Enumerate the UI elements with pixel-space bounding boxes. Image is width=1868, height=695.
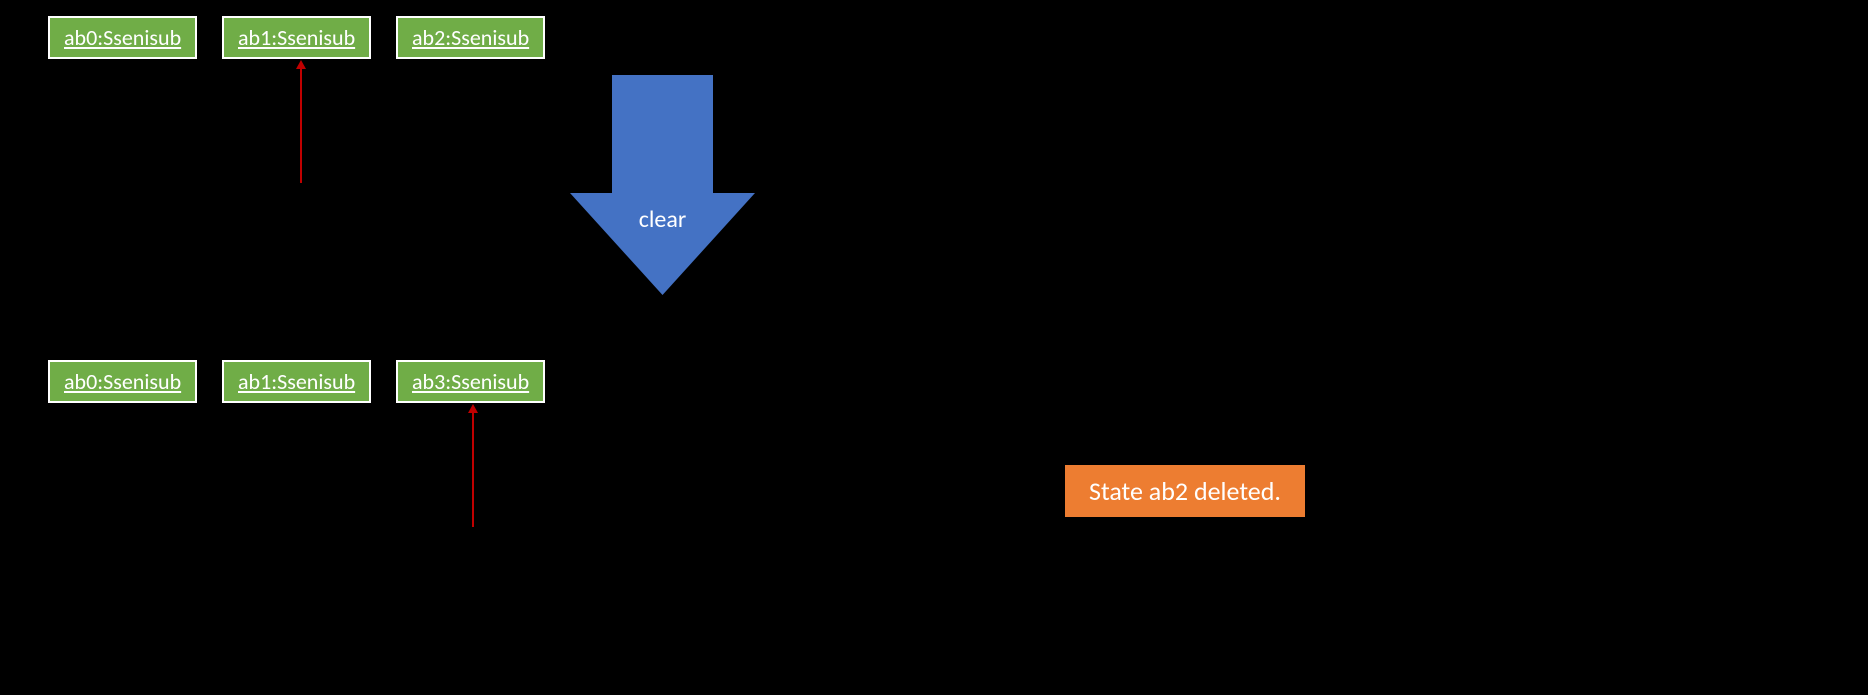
status-message: State ab2 deleted. bbox=[1065, 465, 1305, 517]
pointer-arrow-bottom bbox=[472, 412, 474, 527]
state-box-bottom-0: ab0:Ssenisub bbox=[48, 360, 197, 403]
state-box-bottom-1: ab1:Ssenisub bbox=[222, 360, 371, 403]
state-box-top-0: ab0:Ssenisub bbox=[48, 16, 197, 59]
state-box-top-2: ab2:Ssenisub bbox=[396, 16, 545, 59]
state-box-bottom-2: ab3:Ssenisub bbox=[396, 360, 545, 403]
pointer-arrow-top bbox=[300, 68, 302, 183]
transition-arrow: clear bbox=[570, 75, 755, 295]
transition-arrow-label: clear bbox=[570, 205, 755, 234]
state-box-top-1: ab1:Ssenisub bbox=[222, 16, 371, 59]
